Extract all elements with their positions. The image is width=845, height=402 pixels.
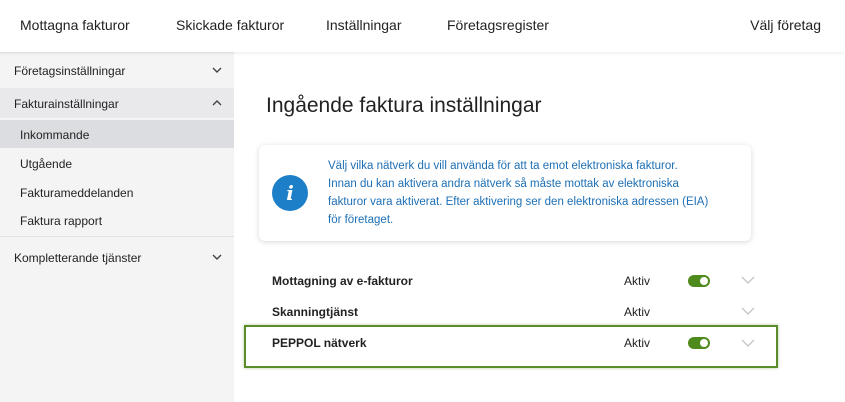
sidebar-item-incoming[interactable]: Inkommande xyxy=(0,120,234,148)
toggle-knob xyxy=(700,277,708,285)
info-line: Välj vilka nätverk du vill använda för a… xyxy=(328,160,678,172)
chevron-down-icon xyxy=(212,254,222,260)
chevron-down-icon[interactable] xyxy=(741,306,755,316)
info-card: i Välj vilka nätverk du vill använda för… xyxy=(259,145,751,241)
nav-received-invoices[interactable]: Mottagna fakturor xyxy=(20,17,130,33)
info-line: fakturor vara aktiverat. Efter aktiverin… xyxy=(328,196,709,208)
chevron-down-icon xyxy=(212,67,222,73)
setting-row-peppol-network: PEPPOL nätverk Aktiv xyxy=(244,325,778,368)
setting-name: Mottagning av e-fakturor xyxy=(272,274,413,288)
sidebar-group-additional-services[interactable]: Kompletterande tjänster xyxy=(0,242,234,272)
sidebar-group-company-settings[interactable]: Företagsinställningar xyxy=(0,55,234,85)
nav-company-register[interactable]: Företagsregister xyxy=(447,17,549,33)
sidebar-item-invoice-messages[interactable]: Fakturameddelanden xyxy=(0,178,234,206)
info-line: för företaget. xyxy=(328,214,394,226)
sidebar-group-label: Fakturainställningar xyxy=(14,97,119,111)
setting-name: Skanningtjänst xyxy=(272,305,359,319)
sidebar-item-outgoing[interactable]: Utgående xyxy=(0,149,234,177)
select-company-button[interactable]: Välj företag xyxy=(750,17,821,33)
chevron-down-icon[interactable] xyxy=(741,338,755,348)
nav-settings[interactable]: Inställningar xyxy=(326,17,402,33)
setting-toggle[interactable] xyxy=(688,275,710,287)
sidebar-divider xyxy=(0,236,234,237)
setting-status: Aktiv xyxy=(624,274,651,288)
setting-name: PEPPOL nätverk xyxy=(272,336,367,350)
setting-row-e-invoice-reception: Mottagning av e-fakturor Aktiv xyxy=(244,266,778,297)
setting-status: Aktiv xyxy=(624,336,651,350)
sidebar-item-invoice-report[interactable]: Faktura rapport xyxy=(0,206,234,234)
sidebar-item-label: Faktura rapport xyxy=(20,214,103,228)
toggle-knob xyxy=(700,339,708,347)
sidebar-group-label: Kompletterande tjänster xyxy=(14,251,142,265)
sidebar-item-label: Inkommande xyxy=(20,128,90,142)
sidebar-group-label: Företagsinställningar xyxy=(14,64,126,78)
info-message: Välj vilka nätverk du vill använda för a… xyxy=(328,157,738,229)
sidebar: Företagsinställningar Fakturainställning… xyxy=(0,52,234,402)
info-icon: i xyxy=(272,175,308,211)
chevron-down-icon[interactable] xyxy=(741,275,755,285)
info-line: Innan du kan aktivera andra nätverk så m… xyxy=(328,178,679,190)
top-navigation: Mottagna fakturor Skickade fakturor Inst… xyxy=(0,0,845,52)
page-title: Ingående faktura inställningar xyxy=(266,94,542,117)
setting-row-scanning-service: Skanningtjänst Aktiv xyxy=(244,297,778,328)
sidebar-group-invoice-settings[interactable]: Fakturainställningar xyxy=(0,88,234,118)
chevron-up-icon xyxy=(212,100,222,106)
sidebar-item-label: Utgående xyxy=(20,157,73,171)
sidebar-item-label: Fakturameddelanden xyxy=(20,186,134,200)
setting-status: Aktiv xyxy=(624,305,651,319)
nav-sent-invoices[interactable]: Skickade fakturor xyxy=(176,17,284,33)
setting-toggle[interactable] xyxy=(688,337,710,349)
